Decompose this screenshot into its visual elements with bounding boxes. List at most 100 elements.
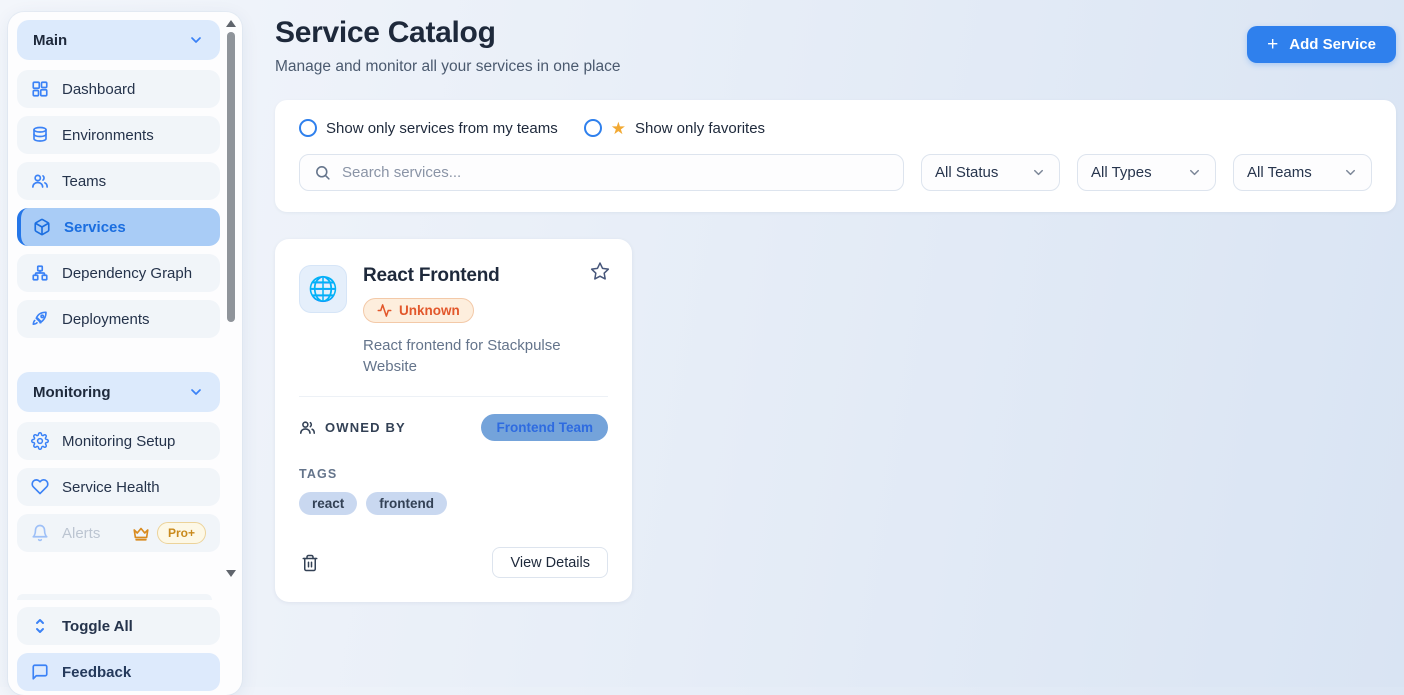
sidebar-item-label: Monitoring Setup (62, 433, 175, 450)
chevron-down-icon (188, 32, 204, 48)
tags-label: TAGS (299, 467, 608, 481)
service-type-icon: 🌐 (299, 265, 347, 313)
sidebar-section-main[interactable]: Main (17, 20, 220, 60)
sidebar-section-gap (17, 346, 220, 372)
filter-controls: All Status All Types All Teams (299, 154, 1372, 191)
plus-icon: + (1267, 35, 1278, 54)
sidebar-item-alerts[interactable]: Alerts Pro+ (17, 514, 220, 552)
page-title-block: Service Catalog Manage and monitor all y… (275, 16, 621, 76)
crown-icon (132, 524, 150, 542)
service-title: React Frontend (363, 265, 578, 287)
bell-icon (31, 524, 49, 542)
sidebar-item-label: Service Health (62, 479, 160, 496)
sidebar-item-label: Dependency Graph (62, 265, 192, 282)
database-icon (31, 126, 49, 144)
pro-plus-badge: Pro+ (157, 522, 206, 544)
sidebar-item-feedback[interactable]: Feedback (17, 653, 220, 691)
sidebar-item-label: Dashboard (62, 81, 135, 98)
add-service-button[interactable]: + Add Service (1247, 26, 1396, 63)
users-icon (31, 172, 49, 190)
service-card-header: 🌐 React Frontend Unknown React frontend … (299, 265, 608, 377)
my-teams-radio[interactable] (299, 119, 317, 137)
main-content: Service Catalog Manage and monitor all y… (275, 0, 1396, 687)
sidebar-item-label: Deployments (62, 311, 150, 328)
unfold-icon (31, 617, 49, 635)
users-icon (299, 419, 316, 436)
types-dropdown[interactable]: All Types (1077, 154, 1216, 191)
clipped-nav-item (17, 594, 212, 600)
sidebar-item-label: Alerts (62, 525, 100, 542)
types-dropdown-value: All Types (1091, 164, 1152, 181)
sidebar-section-monitoring[interactable]: Monitoring (17, 372, 220, 412)
sidebar-section-monitoring-label: Monitoring (33, 384, 110, 401)
heart-icon (31, 478, 49, 496)
sidebar: Main Dashboard Environments Teams Servic… (8, 12, 242, 695)
status-label: Unknown (399, 303, 460, 318)
chevron-down-icon (1031, 165, 1046, 180)
page-title: Service Catalog (275, 16, 621, 50)
trash-icon (301, 554, 319, 572)
sidebar-item-deployments[interactable]: Deployments (17, 300, 220, 338)
sidebar-item-toggle-all[interactable]: Toggle All (17, 607, 220, 645)
package-icon (33, 218, 51, 236)
sidebar-item-label: Services (64, 219, 126, 236)
sidebar-item-service-health[interactable]: Service Health (17, 468, 220, 506)
owner-team-badge[interactable]: Frontend Team (481, 414, 608, 441)
service-description: React frontend for Stackpulse Website (363, 336, 578, 377)
tags-row: react frontend (299, 492, 608, 515)
gear-icon (31, 432, 49, 450)
sidebar-item-environments[interactable]: Environments (17, 116, 220, 154)
sidebar-item-teams[interactable]: Teams (17, 162, 220, 200)
favorites-radio[interactable] (584, 119, 602, 137)
scrollbar-thumb[interactable] (227, 32, 235, 322)
search-input[interactable] (342, 164, 889, 181)
globe-icon: 🌐 (308, 275, 338, 304)
owned-by-row: OWNED BY Frontend Team (299, 414, 608, 441)
scrollbar-down-arrow[interactable] (226, 570, 236, 577)
search-box[interactable] (299, 154, 904, 191)
status-badge: Unknown (363, 298, 474, 323)
favorite-star-button[interactable] (588, 259, 612, 283)
teams-dropdown[interactable]: All Teams (1233, 154, 1372, 191)
owned-by-label: OWNED BY (325, 420, 406, 435)
favorites-toggle[interactable]: ★ Show only favorites (584, 119, 765, 137)
service-card: 🌐 React Frontend Unknown React frontend … (275, 239, 632, 602)
star-icon: ★ (611, 120, 626, 137)
hierarchy-icon (31, 264, 49, 282)
chevron-down-icon (1343, 165, 1358, 180)
delete-service-button[interactable] (299, 552, 321, 574)
favorites-label: Show only favorites (635, 120, 765, 137)
my-teams-label: Show only services from my teams (326, 120, 558, 137)
view-details-button[interactable]: View Details (492, 547, 608, 578)
scrollbar-up-arrow[interactable] (226, 20, 236, 27)
service-head-column: React Frontend Unknown React frontend fo… (363, 265, 578, 377)
filter-panel: Show only services from my teams ★ Show … (275, 100, 1396, 212)
chevron-down-icon (1187, 165, 1202, 180)
card-footer: View Details (299, 547, 608, 578)
sidebar-section-main-label: Main (33, 32, 67, 49)
sidebar-item-label: Environments (62, 127, 154, 144)
chevron-down-icon (188, 384, 204, 400)
tag-pill: react (299, 492, 357, 515)
filter-toggles: Show only services from my teams ★ Show … (299, 119, 1372, 137)
activity-pulse-icon (377, 303, 392, 318)
sidebar-item-services[interactable]: Services (17, 208, 220, 246)
owned-by-block: OWNED BY (299, 419, 406, 436)
star-outline-icon (590, 261, 610, 281)
search-icon (314, 164, 331, 181)
dashboard-grid-icon (31, 80, 49, 98)
status-dropdown[interactable]: All Status (921, 154, 1060, 191)
my-teams-toggle[interactable]: Show only services from my teams (299, 119, 558, 137)
card-divider (299, 396, 608, 397)
status-dropdown-value: All Status (935, 164, 998, 181)
sidebar-nav: Main Dashboard Environments Teams Servic… (17, 20, 234, 592)
sidebar-item-monitoring-setup[interactable]: Monitoring Setup (17, 422, 220, 460)
add-service-label: Add Service (1289, 36, 1376, 53)
sidebar-item-dashboard[interactable]: Dashboard (17, 70, 220, 108)
page-header: Service Catalog Manage and monitor all y… (275, 0, 1396, 76)
sidebar-item-dependency-graph[interactable]: Dependency Graph (17, 254, 220, 292)
sidebar-item-label: Teams (62, 173, 106, 190)
sidebar-item-label: Toggle All (62, 618, 133, 635)
rocket-icon (31, 310, 49, 328)
teams-dropdown-value: All Teams (1247, 164, 1312, 181)
